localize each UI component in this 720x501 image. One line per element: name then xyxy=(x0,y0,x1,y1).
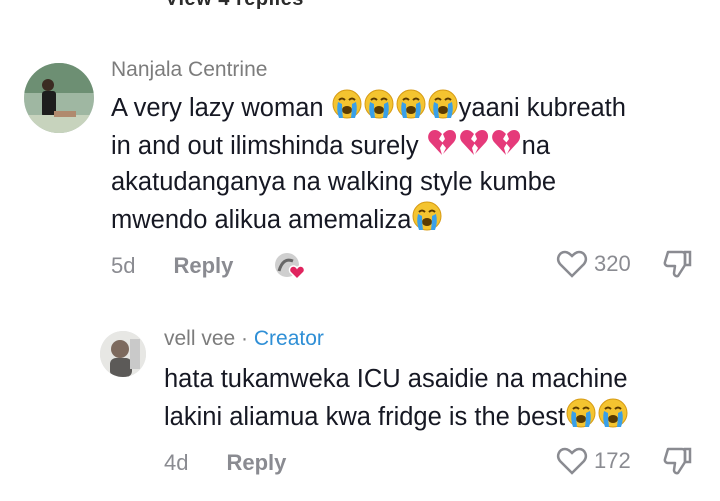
text-segment: na xyxy=(521,132,551,160)
creator-liked-avatar-icon xyxy=(273,251,307,281)
broken-heart-icon xyxy=(458,126,490,158)
dislike-icon xyxy=(663,447,692,475)
creator-badge: Creator xyxy=(253,327,324,350)
comment-meta: 4d Reply xyxy=(164,450,286,476)
comment-text: hata tukamweka ICU asaidie na machine la… xyxy=(164,361,629,435)
text-line: akatudanganya na walking style kumbe xyxy=(111,168,557,196)
crying-face-icon xyxy=(565,397,597,429)
crying-face-icon xyxy=(363,88,395,120)
author-name: vell vee xyxy=(164,327,236,350)
text-segment: in and out ilimshinda surely xyxy=(111,132,426,160)
dislike-button[interactable] xyxy=(662,248,694,285)
text-segment: mwendo alikua amemaliza xyxy=(111,206,412,234)
broken-heart-icon xyxy=(490,126,522,158)
crying-face-icon xyxy=(597,397,629,429)
crying-face-icon xyxy=(395,88,427,120)
text-segment: A very lazy woman xyxy=(111,94,331,122)
comment-author[interactable]: Nanjala Centrine xyxy=(111,58,267,82)
comment-age: 5d xyxy=(111,253,136,278)
like-button[interactable]: 320 xyxy=(556,249,631,279)
avatar[interactable] xyxy=(100,331,146,377)
comment-meta: 5d Reply xyxy=(111,251,307,281)
text-segment: yaani kubreath xyxy=(458,94,626,122)
comment-text: A very lazy woman yaani kubreath in and … xyxy=(111,88,626,238)
crying-face-icon xyxy=(427,88,459,120)
like-count: 172 xyxy=(594,448,631,473)
like-button[interactable]: 172 xyxy=(556,446,631,476)
avatar[interactable] xyxy=(24,63,94,133)
crying-face-icon xyxy=(411,200,443,232)
dislike-button[interactable] xyxy=(662,445,694,482)
heart-outline-icon xyxy=(556,250,588,278)
like-count: 320 xyxy=(594,251,631,276)
separator: · xyxy=(235,327,254,350)
comment-author[interactable]: vell vee · Creator xyxy=(164,327,324,351)
reply-button[interactable]: Reply xyxy=(173,253,233,279)
view-replies-link[interactable]: View 4 replies xyxy=(165,0,304,11)
reply-button[interactable]: Reply xyxy=(226,450,286,476)
broken-heart-icon xyxy=(426,126,458,158)
comment-age: 4d xyxy=(164,450,189,475)
text-segment: lakini aliamua kwa fridge is the best xyxy=(164,403,566,431)
crying-face-icon xyxy=(331,88,363,120)
text-line: hata tukamweka ICU asaidie na machine xyxy=(164,365,628,393)
heart-outline-icon xyxy=(556,447,588,475)
dislike-icon xyxy=(663,250,692,278)
